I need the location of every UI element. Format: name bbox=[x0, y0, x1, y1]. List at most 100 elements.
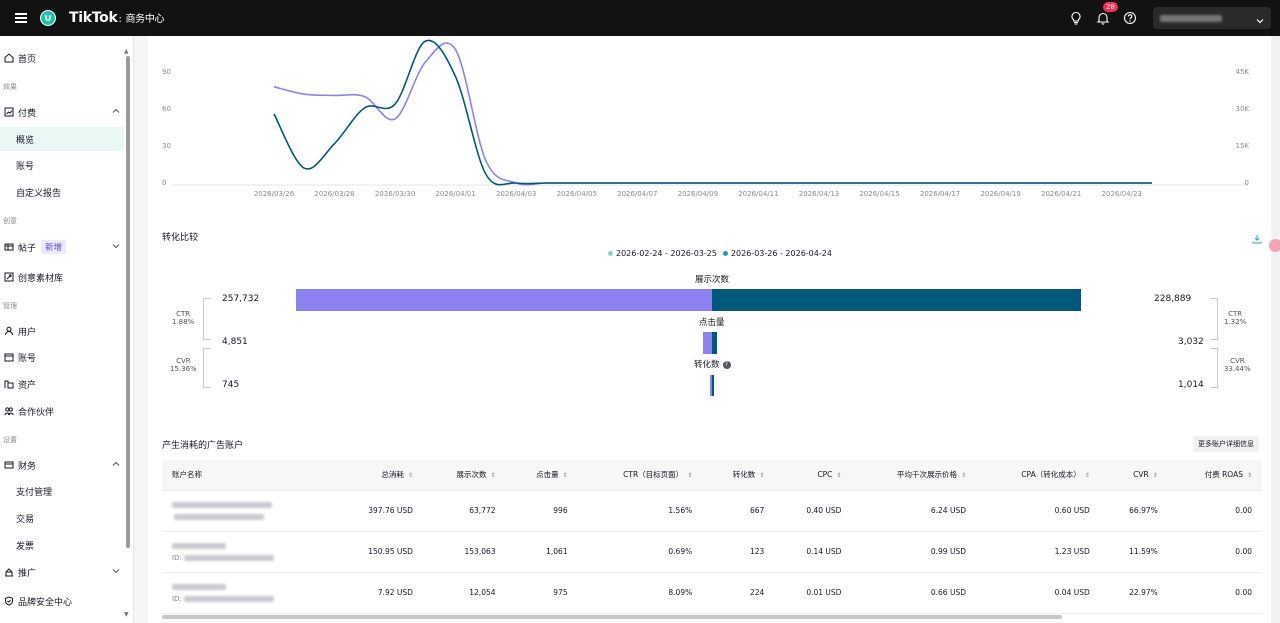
accounts-table-title: 产生消耗的广告账户 bbox=[162, 441, 244, 451]
stage-label-clicks: 点击量 bbox=[699, 318, 725, 328]
sidebar-item-transactions[interactable]: 交易 bbox=[0, 506, 124, 530]
account-name-cell[interactable]: ID: bbox=[162, 572, 333, 614]
account-name-cell[interactable] bbox=[162, 490, 333, 532]
column-header-conversions[interactable]: 转化数 ⇕ bbox=[702, 460, 775, 491]
floating-assistant-icon[interactable] bbox=[1269, 239, 1280, 252]
user-icon bbox=[3, 325, 15, 337]
sidebar-item-users[interactable]: 用户 bbox=[0, 319, 124, 343]
column-header-cpc[interactable]: CPC ⇕ bbox=[774, 460, 852, 491]
conversions-current-value: 1,014 bbox=[1178, 380, 1204, 390]
column-header-ctr[interactable]: CTR（目标页面） ⇕ bbox=[577, 460, 703, 491]
top-bar: U TikTok: 商务中心 28 bbox=[0, 0, 1280, 36]
column-header-account-name: 账户名称 bbox=[162, 460, 333, 491]
table-cell: 975 bbox=[505, 572, 578, 614]
legend-entry-current[interactable]: 2026-03-26 - 2026-04-24 bbox=[722, 249, 832, 258]
table-row[interactable]: ID: 7.92 USD 12,054 975 8.09% 224 0.01 USD 0.66… bbox=[162, 572, 1262, 614]
column-header-impressions[interactable]: 展示次数 ⇕ bbox=[422, 460, 506, 491]
table-cell: 0.69% bbox=[577, 531, 703, 573]
table-cell: 224 bbox=[702, 572, 775, 614]
hamburger-menu-icon[interactable] bbox=[9, 6, 33, 30]
table-cell: 1.23 USD bbox=[975, 531, 1100, 573]
help-icon[interactable] bbox=[1120, 8, 1140, 28]
account-name-redacted bbox=[172, 583, 226, 590]
x-tick-label: 2026/04/09 bbox=[678, 190, 718, 198]
column-header-total-spend[interactable]: 总消耗 ⇕ bbox=[332, 460, 423, 491]
sidebar-item-creative-library[interactable]: 创意素材库 bbox=[0, 265, 124, 289]
legend-entry-previous[interactable]: 2026-02-24 - 2026-03-25 bbox=[608, 249, 717, 258]
table-cell: 0.00 bbox=[1167, 572, 1262, 614]
sidebar-section-manage: 管理 bbox=[3, 302, 17, 310]
sidebar-item-home[interactable]: 首页 bbox=[0, 46, 124, 70]
chevron-down-icon bbox=[112, 242, 120, 252]
y-right-tick-label: 45K bbox=[1236, 68, 1250, 76]
cvr-previous: CVR 15.36% bbox=[170, 357, 197, 373]
chevron-up-icon bbox=[112, 460, 120, 470]
sidebar-item-posts[interactable]: 帖子 新增 bbox=[0, 235, 124, 259]
sidebar-item-finance[interactable]: 财务 bbox=[0, 453, 124, 477]
table-cell: 0.60 USD bbox=[975, 490, 1100, 532]
stage-label-impressions: 展示次数 bbox=[695, 275, 730, 285]
sidebar-item-overview[interactable]: 概览 bbox=[0, 127, 124, 151]
conversions-bar-current[interactable] bbox=[712, 375, 714, 396]
account-name-cell[interactable]: ID: bbox=[162, 531, 333, 573]
x-tick-label: 2026/04/13 bbox=[799, 190, 839, 198]
impressions-bar-current[interactable] bbox=[712, 289, 1082, 311]
table-row[interactable]: 397.76 USD 63,772 996 1.56% 667 0.40 USD 6.24 … bbox=[162, 490, 1262, 532]
lightbulb-icon[interactable] bbox=[1066, 8, 1086, 28]
table-cell: 153,063 bbox=[422, 531, 506, 573]
sort-icon: ⇕ bbox=[1246, 472, 1252, 480]
scroll-down-arrow-icon[interactable]: ▼ bbox=[124, 611, 129, 618]
x-tick-label: 2026/04/03 bbox=[496, 190, 536, 198]
help-circle-icon[interactable]: ? bbox=[722, 360, 731, 369]
sidebar: ▲ ▼ 首页 效果 付费 概览 账号 自定义报告 创意 帖子 新增 创意素材库 … bbox=[0, 36, 134, 623]
clicks-bar-previous[interactable] bbox=[703, 332, 712, 354]
sidebar-scrollbar[interactable] bbox=[126, 56, 130, 548]
series-line-previous bbox=[273, 42, 1152, 186]
notification-bell-icon[interactable]: 28 bbox=[1093, 2, 1118, 28]
sidebar-item-accounts[interactable]: 账号 bbox=[0, 153, 124, 177]
chevron-up-icon bbox=[112, 107, 120, 117]
sort-icon: ⇕ bbox=[490, 472, 496, 480]
scroll-up-arrow-icon[interactable]: ▲ bbox=[124, 48, 129, 55]
avatar[interactable]: U bbox=[40, 10, 56, 26]
column-header-cpm[interactable]: 平均千次展示价格 ⇕ bbox=[851, 460, 976, 491]
promote-icon bbox=[3, 566, 15, 578]
account-switcher-dropdown[interactable] bbox=[1153, 7, 1271, 29]
chevron-down-icon bbox=[112, 567, 120, 577]
clicks-bar-current[interactable] bbox=[712, 332, 717, 354]
y-left-tick-label: 90 bbox=[162, 68, 171, 76]
trend-line-chart: 0 30 60 90 0 15K 30K 45K 2026/03/26 2026/03/28 202… bbox=[162, 39, 1250, 198]
table-cell: 8.09% bbox=[577, 572, 703, 614]
more-account-details-button[interactable]: 更多账户详细信息 bbox=[1193, 436, 1259, 452]
table-cell: 0.01 USD bbox=[774, 572, 852, 614]
impressions-previous-value: 257,732 bbox=[222, 294, 260, 304]
sidebar-item-payment-management[interactable]: 支付管理 bbox=[0, 479, 124, 503]
brand-logo[interactable]: TikTok: 商务中心 bbox=[69, 10, 165, 26]
sidebar-item-invoices[interactable]: 发票 bbox=[0, 533, 124, 557]
asset-icon bbox=[3, 378, 15, 390]
sidebar-item-partners[interactable]: 合作伙伴 bbox=[0, 399, 124, 423]
sidebar-item-assets[interactable]: 资产 bbox=[0, 372, 124, 396]
column-header-roas[interactable]: 付费 ROAS ⇕ bbox=[1167, 460, 1262, 491]
sidebar-section-settings: 设置 bbox=[3, 436, 17, 444]
shield-icon bbox=[3, 595, 15, 607]
column-header-clicks[interactable]: 点击量 ⇕ bbox=[505, 460, 578, 491]
column-header-cpa[interactable]: CPA（转化成本） ⇕ bbox=[975, 460, 1100, 491]
sidebar-item-account-manage[interactable]: 账号 bbox=[0, 345, 124, 369]
sidebar-item-brand-safety[interactable]: 品牌安全中心 bbox=[0, 589, 124, 613]
page-scrollbar[interactable] bbox=[1272, 36, 1280, 623]
download-icon[interactable] bbox=[1252, 229, 1262, 248]
sidebar-item-custom-report[interactable]: 自定义报告 bbox=[0, 180, 124, 204]
sidebar-item-promote[interactable]: 推广 bbox=[0, 560, 124, 584]
sidebar-item-paid[interactable]: 付费 bbox=[0, 100, 124, 124]
account-id-label: ID: bbox=[172, 553, 182, 562]
stage-label-conversions: 转化数? bbox=[694, 358, 731, 370]
impressions-bar-previous[interactable] bbox=[296, 289, 712, 311]
table-cell: 996 bbox=[505, 490, 578, 532]
table-horizontal-scrollbar[interactable] bbox=[162, 615, 1062, 619]
table-row[interactable]: ID: 150.95 USD 153,063 1,061 0.69% 123 0.14 US… bbox=[162, 531, 1262, 573]
clicks-current-value: 3,032 bbox=[1178, 337, 1204, 347]
conversions-previous-value: 745 bbox=[222, 380, 240, 390]
column-header-cvr[interactable]: CVR ⇕ bbox=[1099, 460, 1168, 491]
account-name-redacted bbox=[172, 501, 272, 508]
